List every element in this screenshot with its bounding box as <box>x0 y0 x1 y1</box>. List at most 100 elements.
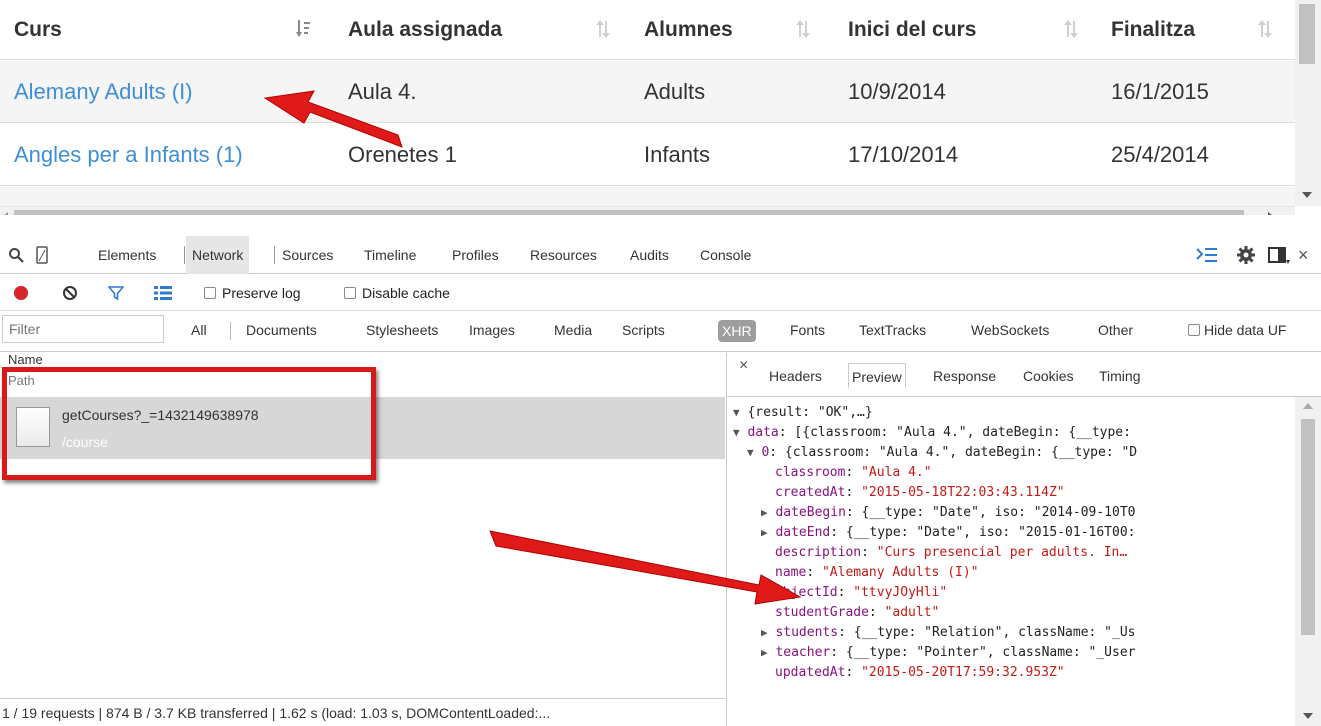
col-header-inici[interactable]: Inici del curs <box>848 0 976 60</box>
sort-both-icon[interactable] <box>596 20 610 38</box>
course-link[interactable]: Angles per a Infants (1) <box>14 124 243 186</box>
filter-type-stylesheets[interactable]: Stylesheets <box>366 312 438 348</box>
scroll-down-arrow-icon[interactable] <box>1303 713 1313 719</box>
filter-type-xhr[interactable]: XHR <box>718 320 756 342</box>
filter-type-all[interactable]: All <box>191 312 207 348</box>
device-mode-icon[interactable] <box>36 246 48 264</box>
col-header-aula[interactable]: Aula assignada <box>348 0 502 60</box>
clear-icon[interactable] <box>62 285 78 301</box>
tab-timeline[interactable]: Timeline <box>364 236 416 274</box>
preview-line[interactable]: ▶ dateEnd: {__type: "Date", iso: "2015-0… <box>761 523 1136 543</box>
tab-sources[interactable]: Sources <box>282 236 333 274</box>
col-header-finalitza[interactable]: Finalitza <box>1111 0 1195 60</box>
json-key: name <box>775 565 807 580</box>
json-summary: : {__type: "Relation", className: "_Us <box>838 625 1136 640</box>
scrollbar-thumb[interactable] <box>1299 4 1315 64</box>
tab-separator <box>274 246 275 264</box>
tab-elements[interactable]: Elements <box>98 236 156 274</box>
preview-line[interactable]: ▶ dateBegin: {__type: "Date", iso: "2014… <box>761 503 1136 523</box>
json-key: updatedAt <box>775 665 846 680</box>
preview-line[interactable]: ▶ teacher: {__type: "Pointer", className… <box>761 643 1136 663</box>
json-string-value: "Aula 4." <box>861 465 932 480</box>
console-drawer-icon[interactable] <box>1196 246 1218 264</box>
sort-asc-icon[interactable] <box>296 20 310 38</box>
json-summary: : {classroom: "Aula 4.", dateBegin: {__t… <box>769 445 1138 460</box>
preview-scrollbar[interactable] <box>1295 397 1321 726</box>
network-summary-status: 1 / 19 requests | 874 B / 3.7 KB transfe… <box>0 698 725 726</box>
scroll-right-arrow-icon[interactable] <box>1268 212 1273 215</box>
sort-both-icon[interactable] <box>796 20 810 38</box>
dock-side-icon[interactable] <box>1268 246 1292 266</box>
filter-type-documents[interactable]: Documents <box>246 312 317 348</box>
classroom-cell: Aula 4. <box>348 79 417 104</box>
scroll-left-arrow-icon[interactable] <box>3 212 8 215</box>
page-horizontal-scrollbar[interactable] <box>0 206 1295 215</box>
preserve-log-checkbox[interactable] <box>204 287 216 299</box>
gear-icon[interactable] <box>1236 245 1256 265</box>
tab-timing[interactable]: Timing <box>1099 363 1141 389</box>
expanded-triangle-icon[interactable]: ▼ <box>747 446 754 459</box>
collapsed-triangle-icon[interactable]: ▶ <box>761 626 768 639</box>
scroll-down-arrow-icon[interactable] <box>1302 192 1312 198</box>
col-header-alumnes[interactable]: Alumnes <box>644 0 733 60</box>
inspect-search-icon[interactable] <box>8 247 24 263</box>
preview-line[interactable]: ▼ 0: {classroom: "Aula 4.", dateBegin: {… <box>747 443 1137 463</box>
preview-line[interactable]: ▼ data: [{classroom: "Aula 4.", dateBegi… <box>733 423 1131 443</box>
json-string-value: "Curs presencial per adults. In… <box>876 545 1128 560</box>
request-detail-pane: × Headers Preview Response Cookies Timin… <box>726 353 1321 726</box>
tab-network[interactable]: Network <box>186 236 250 274</box>
scroll-up-arrow-icon[interactable] <box>1303 403 1313 409</box>
filter-separator <box>230 322 231 340</box>
json-string-value: "adult" <box>884 605 940 620</box>
tab-preview[interactable]: Preview <box>848 363 906 389</box>
name-column-header[interactable]: Name <box>8 353 43 367</box>
filter-type-other[interactable]: Other <box>1098 312 1133 348</box>
tab-cookies[interactable]: Cookies <box>1023 363 1074 389</box>
tab-resources[interactable]: Resources <box>530 236 597 274</box>
filter-type-images[interactable]: Images <box>469 312 515 348</box>
disable-cache-checkbox[interactable] <box>344 287 356 299</box>
devtools-tabbar: Elements Network Sources Timeline Profil… <box>0 236 1321 274</box>
expanded-triangle-icon[interactable]: ▼ <box>733 426 740 439</box>
course-link[interactable]: Alemany Adults (I) <box>14 61 193 123</box>
students-cell: Infants <box>644 142 711 167</box>
collapsed-triangle-icon[interactable]: ▶ <box>761 646 768 659</box>
network-toolbar: Preserve log Disable cache <box>0 275 1321 311</box>
filter-type-websockets[interactable]: WebSockets <box>971 312 1049 348</box>
col-header-curs[interactable]: Curs <box>14 0 62 60</box>
filter-input[interactable] <box>2 315 164 343</box>
preview-line[interactable]: ▼ {result: "OK",…} <box>733 403 873 423</box>
close-icon[interactable]: × <box>1298 236 1309 274</box>
hide-data-urls-checkbox[interactable] <box>1188 324 1200 336</box>
json-summary: : [{classroom: "Aula 4.", dateBegin: {__… <box>778 425 1131 440</box>
expanded-triangle-icon[interactable]: ▼ <box>733 406 740 419</box>
collapsed-triangle-icon[interactable]: ▶ <box>761 526 768 539</box>
page-vertical-scrollbar[interactable] <box>1295 0 1321 206</box>
table-header-row: Curs Aula assignada Alumnes Inici del cu… <box>0 0 1295 60</box>
course-table: Curs Aula assignada Alumnes Inici del cu… <box>0 0 1321 215</box>
scrollbar-thumb[interactable] <box>14 210 1244 215</box>
collapsed-triangle-icon[interactable]: ▶ <box>761 506 768 519</box>
json-key: classroom <box>775 465 846 480</box>
preview-line[interactable]: ▶ students: {__type: "Relation", classNa… <box>761 623 1136 643</box>
tab-console[interactable]: Console <box>700 236 751 274</box>
filter-type-scripts[interactable]: Scripts <box>622 312 665 348</box>
json-key: studentGrade <box>775 605 869 620</box>
filter-type-media[interactable]: Media <box>554 312 592 348</box>
json-key: dateBegin <box>775 505 846 520</box>
tab-audits[interactable]: Audits <box>630 236 669 274</box>
tab-headers[interactable]: Headers <box>769 363 822 389</box>
scrollbar-thumb[interactable] <box>1301 419 1315 635</box>
tab-response[interactable]: Response <box>933 363 996 389</box>
sort-both-icon[interactable] <box>1064 20 1078 38</box>
record-icon[interactable] <box>14 286 28 300</box>
network-filterbar: All Documents Stylesheets Images Media S… <box>0 312 1321 352</box>
filter-type-texttracks[interactable]: TextTracks <box>859 312 926 348</box>
list-view-icon[interactable] <box>154 285 172 301</box>
tab-profiles[interactable]: Profiles <box>452 236 499 274</box>
close-detail-icon[interactable]: × <box>739 357 748 375</box>
json-summary: : {__type: "Pointer", className: "_User <box>830 645 1136 660</box>
filter-type-fonts[interactable]: Fonts <box>790 312 825 348</box>
sort-both-icon[interactable] <box>1258 20 1272 38</box>
filter-icon[interactable] <box>108 285 124 301</box>
